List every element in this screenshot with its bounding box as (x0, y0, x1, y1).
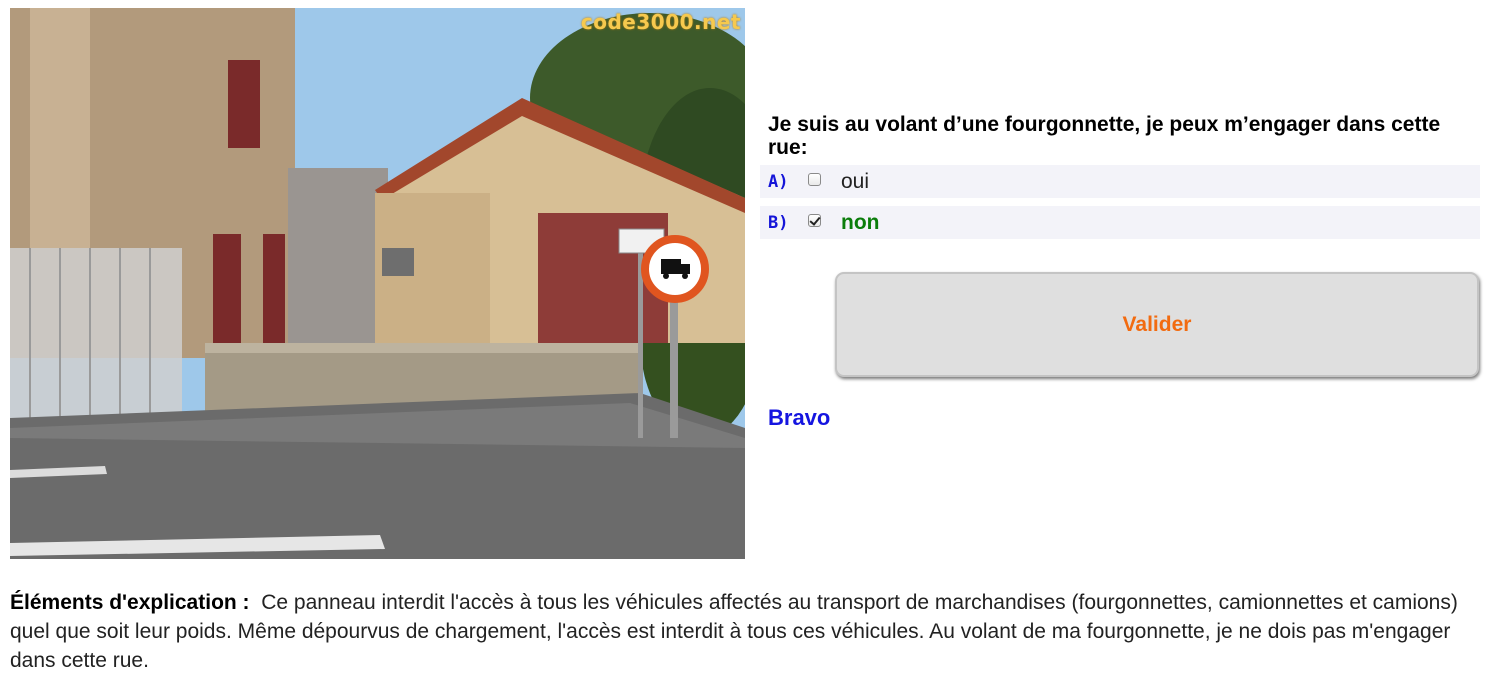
question-photo: code3000.net (10, 8, 745, 559)
question-text: Je suis au volant d’une fourgonnette, je… (768, 113, 1441, 159)
feedback-message: Bravo (768, 405, 831, 430)
answer-label-a[interactable]: oui (841, 170, 869, 194)
watermark-logo: code3000.net (580, 10, 741, 34)
answer-label-b[interactable]: non (841, 211, 879, 235)
answer-checkbox-b[interactable] (808, 214, 821, 227)
answer-letter-a: A) (768, 171, 789, 192)
validate-button[interactable]: Valider (835, 272, 1479, 377)
answer-letter-b: B) (768, 212, 789, 233)
explanation-heading: Éléments d'explication : (10, 591, 250, 614)
answer-row-a[interactable]: A) oui (760, 165, 1480, 198)
explanation-block: Éléments d'explication : Ce panneau inte… (10, 588, 1484, 675)
street-scene-image (10, 8, 745, 559)
answer-row-b[interactable]: B) non (760, 206, 1480, 239)
answer-checkbox-a[interactable] (808, 173, 821, 186)
